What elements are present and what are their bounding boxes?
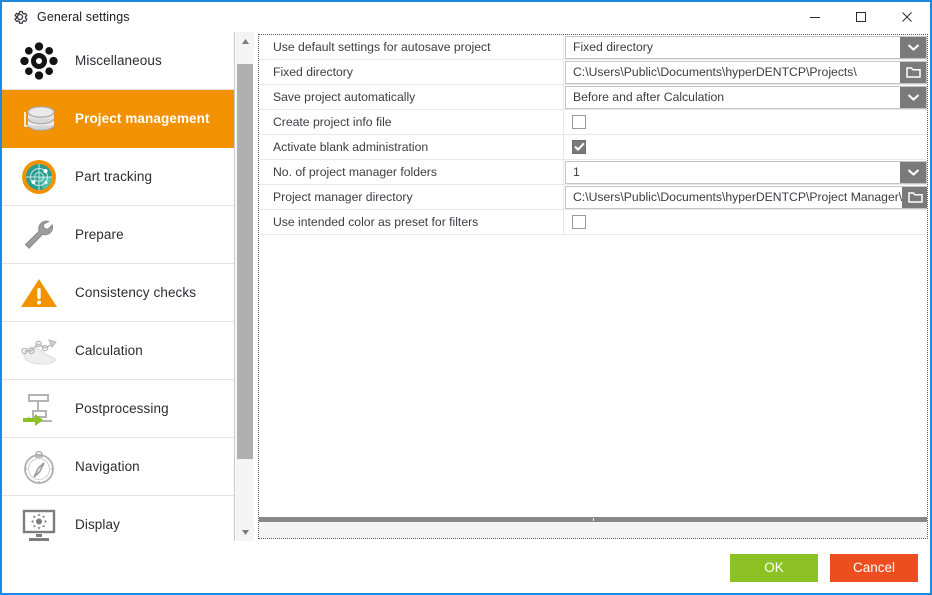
panel-splitter[interactable] [259,517,927,522]
window-body: Miscellaneous Project management Part tr… [2,32,930,541]
sidebar-item-label: Miscellaneous [75,53,162,68]
minimize-icon [808,10,822,24]
setting-value [564,135,927,159]
dropdown-value: Before and after Calculation [573,90,725,104]
setting-label: Create project info file [259,110,564,134]
sidebar-item-consistency-checks[interactable]: Consistency checks [2,264,234,322]
setting-row-activate-blank-administration: Activate blank administration [259,135,927,160]
setting-value: C:\Users\Public\Documents\hyperDENTCP\Pr… [564,60,927,84]
sidebar-item-label: Consistency checks [75,285,197,300]
sidebar-item-part-tracking[interactable]: Part tracking [2,148,234,206]
maximize-icon [854,10,868,24]
sidebar-item-label: Part tracking [75,169,153,184]
sidebar-item-navigation[interactable]: Navigation [2,438,234,496]
setting-row-save-project-automatically: Save project automatically Before and af… [259,85,927,110]
splitter-grip [593,518,594,521]
chevron-down-icon[interactable] [900,36,926,58]
window-title: General settings [37,10,130,24]
dropdown-value: 1 [573,165,580,179]
toolpath-icon [11,327,67,375]
minimize-button[interactable] [792,2,838,31]
setting-label: Use intended color as preset for filters [259,210,564,234]
close-icon [900,10,914,24]
settings-grid: Use default settings for autosave projec… [259,35,927,517]
setting-value: Fixed directory [564,35,927,59]
setting-row-no-of-project-manager-folders: No. of project manager folders 1 [259,160,927,185]
save-project-automatically-dropdown[interactable]: Before and after Calculation [565,85,927,109]
folder-icon[interactable] [902,186,927,208]
sidebar-item-label: Navigation [75,459,140,474]
warning-triangle-icon [11,269,67,317]
autosave-default-dropdown[interactable]: Fixed directory [565,35,927,59]
folder-icon[interactable] [900,61,926,83]
close-button[interactable] [884,2,930,31]
setting-row-create-project-info-file: Create project info file [259,110,927,135]
machine-export-icon [11,385,67,433]
ok-button[interactable]: OK [730,553,818,582]
dialog-footer: OK Cancel [2,541,930,593]
activate-blank-administration-checkbox[interactable] [572,140,586,154]
sidebar-list: Miscellaneous Project management Part tr… [2,32,235,541]
gear-icon [11,37,67,85]
path-value[interactable]: C:\Users\Public\Documents\hyperDENTCP\Pr… [566,187,902,208]
scroll-up-arrow-icon[interactable] [236,32,254,50]
radar-icon [11,153,67,201]
settings-panel-container: Use default settings for autosave projec… [254,32,930,541]
compass-icon [11,443,67,491]
setting-value: C:\Users\Public\Documents\hyperDENTCP\Pr… [564,185,927,209]
maximize-button[interactable] [838,2,884,31]
wrench-icon [11,211,67,259]
setting-value: 1 [564,160,927,184]
sidebar-item-postprocessing[interactable]: Postprocessing [2,380,234,438]
database-icon [11,95,67,143]
sidebar-item-label: Prepare [75,227,124,242]
setting-label: No. of project manager folders [259,160,564,184]
setting-value [564,210,927,234]
scroll-down-arrow-icon[interactable] [236,523,254,541]
setting-row-use-intended-color-as-preset-for-filters: Use intended color as preset for filters [259,210,927,235]
setting-label: Save project automatically [259,85,564,109]
sidebar-item-miscellaneous[interactable]: Miscellaneous [2,32,234,90]
project-manager-directory-field[interactable]: C:\Users\Public\Documents\hyperDENTCP\Pr… [565,185,927,209]
setting-label: Use default settings for autosave projec… [259,35,564,59]
sidebar-item-calculation[interactable]: Calculation [2,322,234,380]
setting-row-fixed-directory: Fixed directory C:\Users\Public\Document… [259,60,927,85]
setting-row-use-default-settings-for-autosave-project: Use default settings for autosave projec… [259,35,927,60]
setting-value [564,110,927,134]
sidebar-item-display[interactable]: Display [2,496,234,541]
gear-icon [11,8,29,26]
window-controls [792,2,930,31]
sidebar-scrollbar[interactable] [235,32,254,541]
create-project-info-file-checkbox[interactable] [572,115,586,129]
setting-value: Before and after Calculation [564,85,927,109]
setting-label: Fixed directory [259,60,564,84]
setting-row-project-manager-directory: Project manager directory C:\Users\Publi… [259,185,927,210]
sidebar-item-project-management[interactable]: Project management [2,90,234,148]
chevron-down-icon[interactable] [900,86,926,108]
use-intended-color-checkbox[interactable] [572,215,586,229]
description-pane [259,522,927,538]
checkmark-icon [573,138,585,156]
setting-label: Project manager directory [259,185,564,209]
general-settings-window: General settings Miscellaneous Project m… [0,0,932,595]
sidebar-item-label: Project management [75,111,210,126]
cancel-button[interactable]: Cancel [830,553,918,582]
sidebar-scrollbar-thumb[interactable] [237,64,253,459]
settings-panel: Use default settings for autosave projec… [258,34,928,539]
sidebar-item-label: Display [75,517,120,532]
sidebar-item-label: Calculation [75,343,143,358]
monitor-gear-icon [11,501,67,542]
sidebar: Miscellaneous Project management Part tr… [2,32,254,541]
project-manager-folders-dropdown[interactable]: 1 [565,160,927,184]
dropdown-value: Fixed directory [573,40,653,54]
setting-label: Activate blank administration [259,135,564,159]
title-bar: General settings [2,2,930,32]
fixed-directory-field[interactable]: C:\Users\Public\Documents\hyperDENTCP\Pr… [565,60,927,84]
sidebar-item-prepare[interactable]: Prepare [2,206,234,264]
chevron-down-icon[interactable] [900,161,926,183]
sidebar-item-label: Postprocessing [75,401,169,416]
path-value[interactable]: C:\Users\Public\Documents\hyperDENTCP\Pr… [566,62,900,83]
